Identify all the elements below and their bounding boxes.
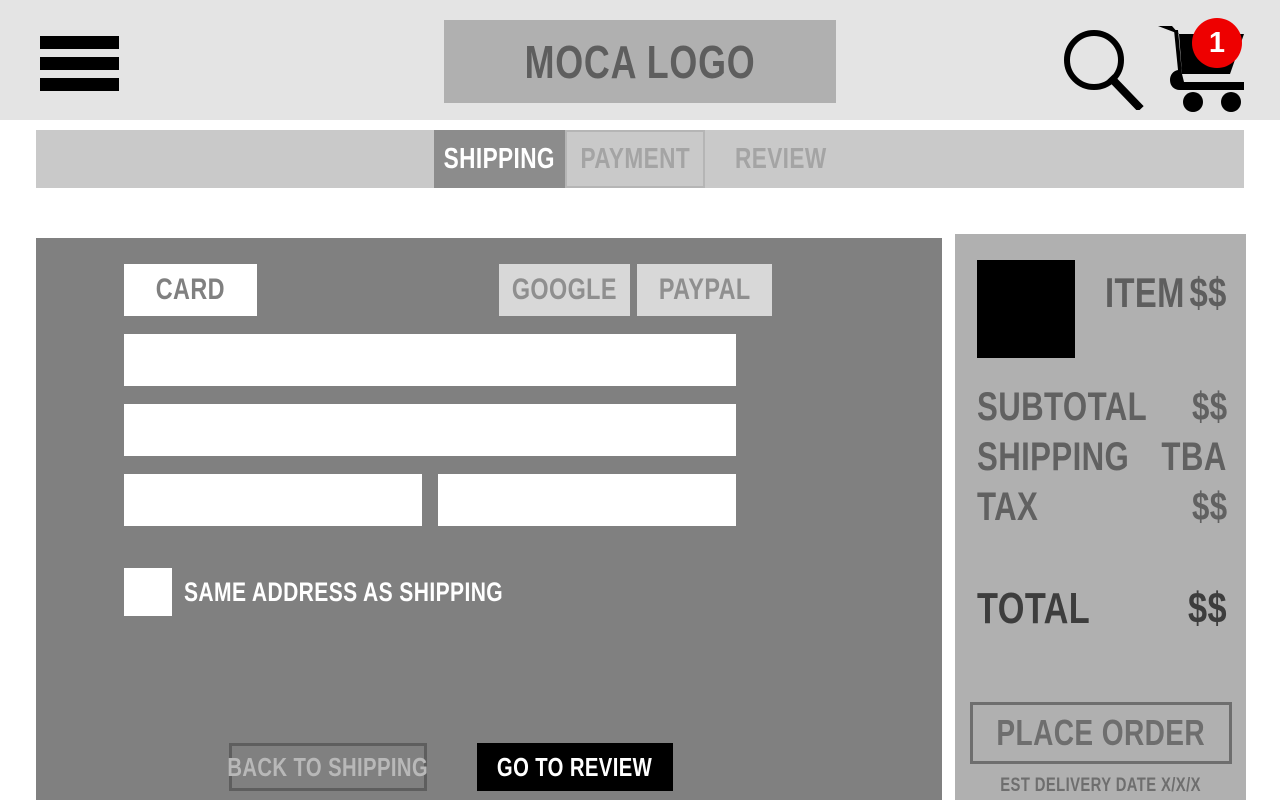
summary-grand-total-value: $$ (1188, 584, 1227, 633)
summary-item-name: ITEM (1105, 269, 1185, 316)
tab-payment[interactable]: PAYMENT (565, 130, 705, 188)
summary-line-subtotal: SUBTOTAL $$ (977, 386, 1227, 436)
summary-grand-total: TOTAL $$ (977, 584, 1227, 640)
summary-item-row: ITEM $$ (977, 260, 1227, 358)
hamburger-bar-2 (40, 57, 119, 70)
summary-totals-list: SUBTOTAL $$ SHIPPING TBA TAX $$ (977, 386, 1227, 536)
estimated-delivery-text: EST DELIVERY DATE X/X/X (1000, 775, 1201, 796)
go-to-review-button[interactable]: GO TO REVIEW (477, 743, 673, 791)
expiry-date-input[interactable] (124, 474, 422, 526)
tab-review[interactable]: REVIEW (705, 130, 855, 188)
checkout-steps-bar: SHIPPING PAYMENT REVIEW (36, 130, 1244, 188)
site-logo[interactable]: MOCA LOGO (444, 20, 836, 103)
hamburger-bar-3 (40, 78, 119, 91)
summary-grand-total-label: TOTAL (977, 584, 1091, 633)
product-thumbnail (977, 260, 1075, 358)
summary-line-tax-label: TAX (977, 485, 1039, 529)
security-code-input[interactable] (438, 474, 736, 526)
tab-payment-label: PAYMENT (580, 142, 690, 175)
summary-line-shipping: SHIPPING TBA (977, 436, 1227, 486)
place-order-label: PLACE ORDER (996, 712, 1206, 753)
card-number-input[interactable] (124, 334, 736, 386)
order-summary-panel: ITEM $$ SUBTOTAL $$ SHIPPING TBA TAX $$ … (955, 234, 1246, 800)
summary-line-shipping-label: SHIPPING (977, 435, 1130, 479)
summary-line-tax-value: $$ (1191, 485, 1227, 529)
hamburger-bar-1 (40, 36, 119, 49)
summary-line-subtotal-value: $$ (1191, 385, 1227, 429)
summary-line-tax: TAX $$ (977, 486, 1227, 536)
place-order-button[interactable]: PLACE ORDER (970, 702, 1232, 764)
payment-method-group: CARD GOOGLE PAYPAL (124, 264, 900, 316)
back-to-shipping-label: BACK TO SHIPPING (227, 752, 429, 782)
payment-method-google[interactable]: GOOGLE (499, 264, 630, 316)
form-action-buttons: BACK TO SHIPPING GO TO REVIEW (227, 743, 673, 791)
back-to-shipping-button[interactable]: BACK TO SHIPPING (227, 743, 429, 791)
estimated-delivery-note: EST DELIVERY DATE X/X/X (955, 776, 1246, 795)
payment-method-paypal-label: PAYPAL (658, 273, 751, 306)
cart-badge-count: 1 (1208, 26, 1226, 59)
summary-line-subtotal-label: SUBTOTAL (977, 385, 1148, 429)
checkout-page: MOCA LOGO 1 SHIPPING PAYMENT REVIEW CARD… (0, 0, 1280, 800)
payment-method-card-label: CARD (155, 273, 226, 306)
same-address-label: SAME ADDRESS AS SHIPPING (184, 576, 504, 607)
search-icon[interactable] (1058, 26, 1144, 112)
tab-shipping[interactable]: SHIPPING (434, 130, 565, 188)
payment-method-google-label: GOOGLE (511, 273, 618, 306)
summary-item-price: $$ (1189, 269, 1227, 316)
site-header: MOCA LOGO 1 (0, 0, 1280, 120)
summary-line-shipping-value: TBA (1161, 435, 1227, 479)
payment-method-paypal[interactable]: PAYPAL (637, 264, 772, 316)
tab-shipping-label: SHIPPING (443, 142, 556, 175)
name-on-card-input[interactable] (124, 404, 736, 456)
tab-review-label: REVIEW (735, 142, 827, 175)
payment-method-card[interactable]: CARD (124, 264, 257, 316)
site-logo-text: MOCA LOGO (524, 35, 756, 88)
payment-form-panel: CARD GOOGLE PAYPAL SAME ADDRESS AS SHIPP… (36, 238, 942, 800)
go-to-review-label: GO TO REVIEW (497, 752, 653, 782)
same-address-row[interactable]: SAME ADDRESS AS SHIPPING (124, 568, 593, 616)
same-address-checkbox[interactable] (124, 568, 172, 616)
tabbar-left-spacer (36, 130, 434, 188)
hamburger-menu-icon[interactable] (40, 36, 119, 91)
cart-badge: 1 (1192, 18, 1242, 68)
